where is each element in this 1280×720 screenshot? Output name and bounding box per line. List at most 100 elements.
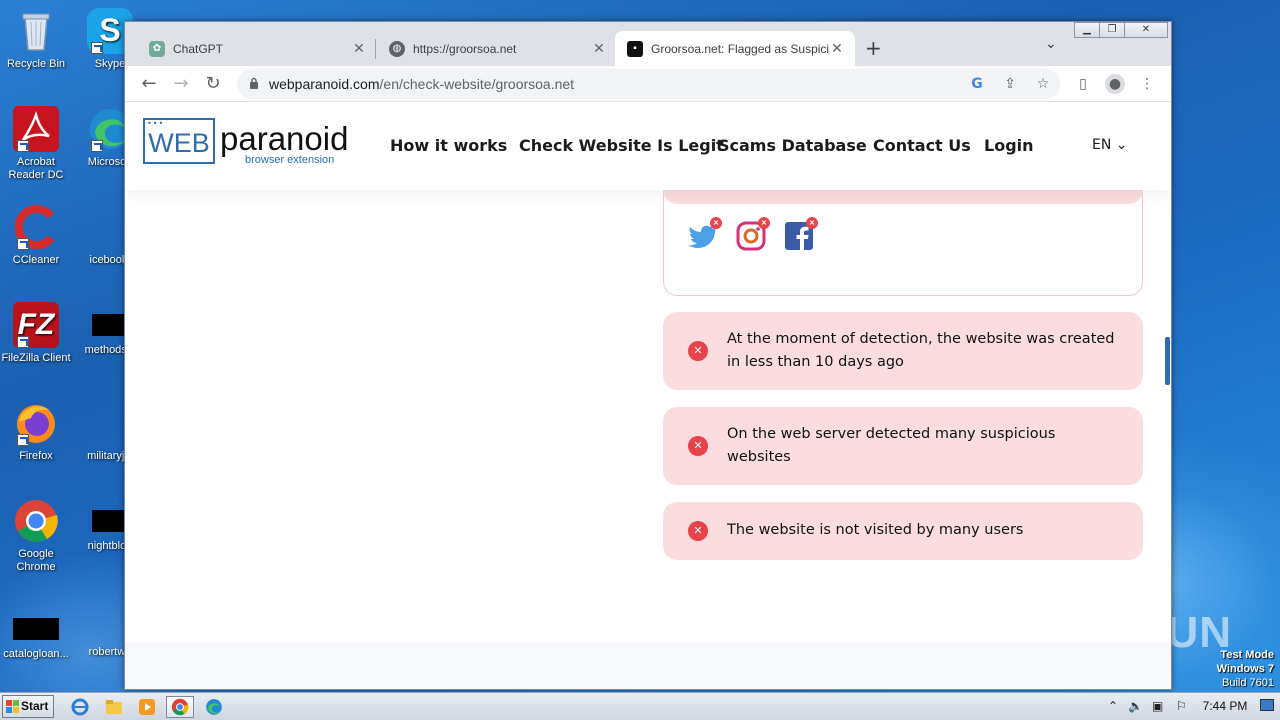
internet-explorer-icon[interactable]: [66, 696, 94, 718]
page-scrollbar-thumb[interactable]: [1165, 337, 1170, 385]
show-desktop-icon[interactable]: [1260, 699, 1274, 711]
close-icon[interactable]: ✕: [591, 40, 607, 57]
google-icon[interactable]: G: [967, 74, 987, 94]
close-icon[interactable]: ✕: [829, 40, 845, 57]
show-hidden-icons-icon[interactable]: ⌃: [1108, 699, 1118, 713]
chrome-icon: [13, 498, 59, 544]
shortcut-arrow-icon: [17, 434, 29, 446]
network-icon[interactable]: ▣: [1152, 699, 1163, 713]
desktop-icon-label: Google Chrome: [16, 548, 56, 573]
logo-word: paranoid: [220, 120, 349, 157]
desktop-icon-label: FileZilla Client: [1, 352, 71, 364]
alert-low-traffic: ✕ The website is not visited by many use…: [663, 502, 1143, 560]
url-path: /en/check-website/groorsoa.net: [379, 76, 575, 92]
taskbar: Start ⌃ 🔈 ▣ ⚐ 7:44 PM: [0, 692, 1280, 720]
desktop-icon-label: Acrobat Reader DC: [8, 156, 64, 181]
menu-kebab-icon[interactable]: ⋮: [1137, 74, 1157, 94]
address-bar[interactable]: webparanoid.com/en/check-website/groorso…: [237, 69, 1060, 99]
tab-title: Groorsoa.net: Flagged as Suspicious: [651, 41, 829, 56]
media-player-icon[interactable]: [133, 696, 161, 718]
test-mode-line: Build 7601: [1222, 677, 1274, 689]
chatgpt-icon: ✿: [149, 40, 165, 57]
desktop-icon-acrobat[interactable]: Acrobat Reader DC: [0, 106, 74, 182]
browser-toolbar: ← → ↻ webparanoid.com/en/check-website/g…: [125, 66, 1171, 102]
shortcut-arrow-icon: [91, 42, 103, 54]
close-icon[interactable]: ✕: [351, 40, 367, 57]
close-window-button[interactable]: ✕: [1124, 22, 1168, 38]
desktop-icon-ccleaner[interactable]: CCleaner: [0, 204, 74, 267]
alert-text: The website is not visited by many users: [727, 522, 1024, 538]
action-center-flag-icon[interactable]: ⚐: [1176, 699, 1187, 713]
alert-suspicious-websites: ✕ On the web server detected many suspic…: [663, 407, 1143, 485]
shortcut-arrow-icon: [17, 140, 29, 152]
tab-separator: [375, 39, 376, 59]
blocked-x-icon: ×: [806, 217, 818, 229]
test-mode-line: Windows 7: [1216, 663, 1274, 675]
instagram-icon[interactable]: ×: [735, 217, 770, 252]
desktop-icon-label: Recycle Bin: [6, 58, 66, 70]
desktop-icon-catalogloan[interactable]: catalogloan...: [0, 606, 74, 661]
url-host: webparanoid.com: [269, 76, 380, 92]
desktop-icon-label: Firefox: [19, 450, 53, 462]
chrome-taskbar-icon[interactable]: [166, 696, 194, 718]
test-mode-notice: Test Mode Windows 7 Build 7601: [1217, 648, 1274, 690]
desktop-icon-label: catalogloan...: [3, 648, 69, 660]
bookmark-star-icon[interactable]: ☆: [1033, 74, 1053, 94]
acrobat-icon: [13, 106, 59, 152]
side-panel-icon[interactable]: ▯: [1073, 74, 1093, 94]
volume-icon[interactable]: 🔈: [1128, 699, 1143, 713]
blocked-x-icon: ×: [710, 217, 722, 229]
tab-title: ChatGPT: [173, 41, 224, 56]
blocked-x-icon: ×: [758, 217, 770, 229]
new-tab-button[interactable]: +: [865, 36, 882, 60]
file-explorer-icon[interactable]: [100, 696, 128, 718]
address-url: webparanoid.com/en/check-website/groorso…: [269, 76, 574, 92]
forward-arrow-icon[interactable]: →: [169, 72, 193, 96]
shortcut-arrow-icon: [17, 336, 29, 348]
alert-text: On the web server detected many suspicio…: [727, 426, 1056, 465]
nav-how-it-works[interactable]: How it works: [390, 136, 507, 155]
nav-login[interactable]: Login: [984, 136, 1034, 155]
start-button[interactable]: Start: [2, 695, 54, 718]
minimize-button[interactable]: ▁: [1074, 22, 1100, 38]
logo-dots: •••: [147, 119, 165, 128]
desktop-icon-firefox[interactable]: Firefox: [0, 400, 74, 463]
reload-icon[interactable]: ↻: [201, 72, 225, 96]
web-page: WEB ••• paranoid browser extension How i…: [125, 102, 1171, 689]
taskbar-clock[interactable]: 7:44 PM: [1196, 699, 1254, 713]
desktop-icon-recycle-bin[interactable]: Recycle Bin: [0, 8, 74, 71]
page-footer-strip: [125, 642, 1171, 689]
webparanoid-favicon-icon: ▪: [627, 40, 643, 57]
tab-groorsoa-flagged[interactable]: ▪ Groorsoa.net: Flagged as Suspicious ✕: [615, 31, 855, 66]
desktop-icon-filezilla[interactable]: FZ FileZilla Client: [0, 302, 74, 365]
file-icon: [92, 510, 128, 532]
tab-chatgpt[interactable]: ✿ ChatGPT ✕: [137, 31, 377, 66]
file-icon: [13, 618, 59, 640]
nav-scams-database[interactable]: Scams Database: [718, 136, 867, 155]
language-selector[interactable]: EN ⌄: [1092, 137, 1128, 153]
alert-x-icon: ✕: [688, 436, 708, 456]
alert-created-recently: ✕ At the moment of detection, the websit…: [663, 312, 1143, 390]
tab-strip: ✿ ChatGPT ✕ ◍ https://groorsoa.net ✕ ▪ G…: [125, 22, 1171, 66]
tab-groorsoa[interactable]: ◍ https://groorsoa.net ✕: [377, 31, 617, 66]
desktop-icon-chrome[interactable]: Google Chrome: [0, 498, 74, 574]
language-code: EN: [1092, 137, 1112, 153]
nav-check-website[interactable]: Check Website Is Legit: [519, 136, 724, 155]
file-icon: [92, 314, 128, 336]
facebook-icon[interactable]: ×: [783, 217, 818, 252]
firefox-icon: [13, 400, 59, 446]
restore-button[interactable]: ❐: [1099, 22, 1125, 38]
twitter-icon[interactable]: ×: [687, 217, 722, 252]
share-icon[interactable]: ⇪: [1000, 74, 1020, 94]
filezilla-icon: FZ: [13, 302, 59, 348]
site-header: WEB ••• paranoid browser extension How i…: [125, 102, 1171, 190]
start-label: Start: [21, 699, 49, 713]
browser-window: ✿ ChatGPT ✕ ◍ https://groorsoa.net ✕ ▪ G…: [124, 21, 1172, 690]
edge-taskbar-icon[interactable]: [200, 696, 228, 718]
tab-search-chevron-icon[interactable]: ⌄: [1045, 36, 1057, 52]
nav-contact-us[interactable]: Contact Us: [873, 136, 971, 155]
ccleaner-icon: [13, 204, 59, 250]
back-arrow-icon[interactable]: ←: [137, 72, 161, 96]
globe-icon: ◍: [389, 40, 405, 57]
profile-avatar-icon[interactable]: ●: [1105, 74, 1125, 94]
